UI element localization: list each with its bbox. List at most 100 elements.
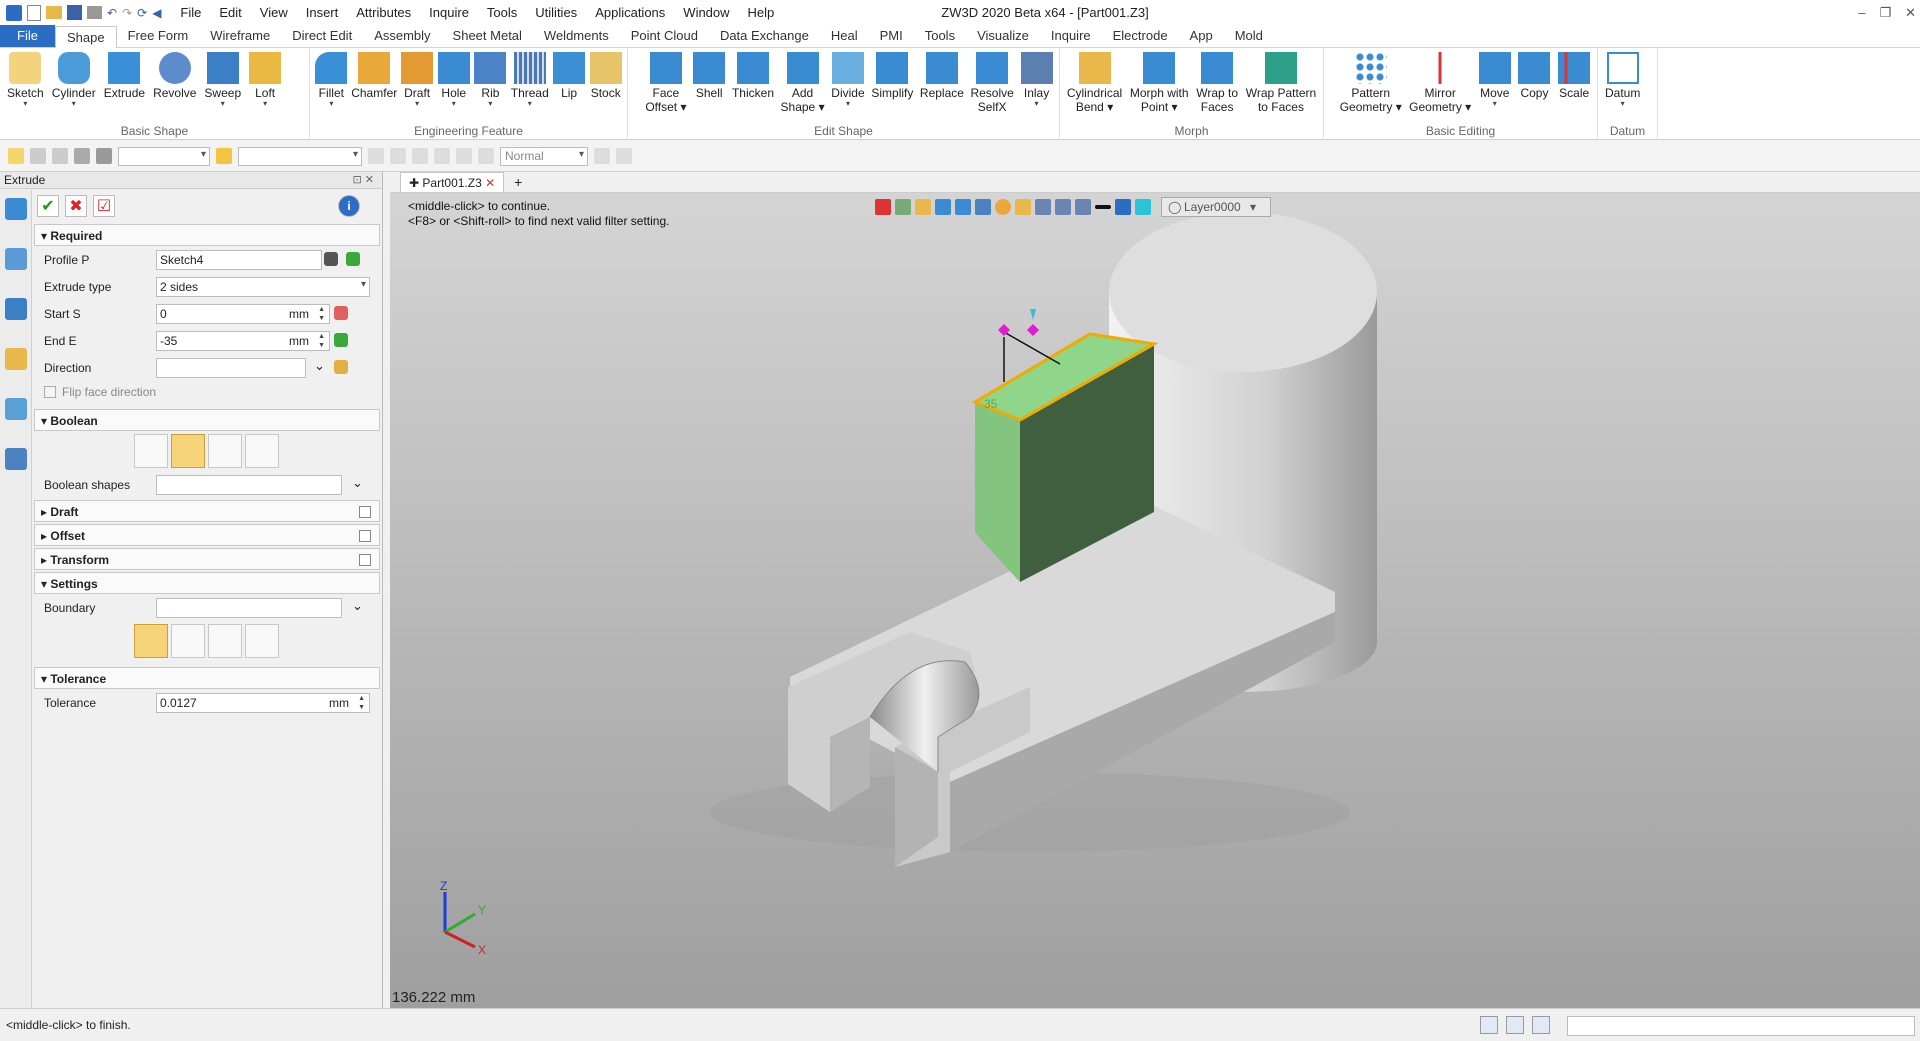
refresh-icon[interactable]: ⟳ (137, 6, 147, 20)
pin-icon[interactable]: ⊡ ✕ (353, 172, 375, 189)
menu-tools[interactable]: Tools (478, 0, 526, 25)
open-folder-icon[interactable] (46, 6, 62, 19)
boundary-option-icon[interactable] (208, 624, 242, 658)
redo-icon[interactable]: ↷ (122, 6, 132, 20)
lighting-icon[interactable] (995, 199, 1011, 215)
chamfer-button[interactable]: Chamfer (350, 50, 399, 100)
feature-manager-icon[interactable] (5, 198, 27, 220)
expand-icon[interactable]: ⌄ (352, 598, 363, 614)
pick-icon[interactable] (346, 252, 360, 266)
view-toggle-icon[interactable] (1480, 1016, 1498, 1034)
variable-icon[interactable] (334, 333, 348, 347)
history-icon[interactable] (5, 248, 27, 270)
display-mode-icon[interactable] (975, 199, 991, 215)
section-transform[interactable]: ▸ Transform (34, 548, 380, 570)
direction-pick-icon[interactable] (334, 360, 348, 374)
disabled-tool-icon[interactable] (478, 148, 494, 164)
line-weight-icon[interactable] (1095, 205, 1111, 209)
snap-combo[interactable] (238, 146, 362, 166)
snap-icon[interactable] (216, 148, 232, 164)
tab-inquire[interactable]: Inquire (1040, 25, 1102, 47)
menu-utilities[interactable]: Utilities (526, 0, 586, 25)
face-offset-button[interactable]: Face Offset ▾ (642, 50, 690, 114)
spin-icon[interactable]: ▲ ▼ (318, 305, 325, 323)
stock-button[interactable]: Stock (587, 50, 624, 100)
hole-button[interactable]: Hole ▾ (435, 50, 472, 108)
copy-button[interactable]: Copy (1515, 50, 1555, 100)
menu-help[interactable]: Help (739, 0, 784, 25)
graphics-viewport[interactable]: 35 Z Y X (390, 172, 1920, 1008)
revolve-button[interactable]: Revolve (149, 50, 200, 100)
minimize-icon[interactable]: – (1858, 5, 1865, 20)
render-icon[interactable] (1075, 199, 1091, 215)
tolerance-field[interactable]: 0.0127 mm ▲ ▼ (156, 692, 370, 713)
layer-selector[interactable]: ◯ Layer0000 ▾ (1161, 197, 1271, 217)
boolean-shapes-field[interactable] (156, 474, 342, 495)
new-file-icon[interactable] (27, 4, 41, 21)
ok-button[interactable]: ✔ (37, 195, 59, 217)
menu-applications[interactable]: Applications (586, 0, 674, 25)
shape-icon[interactable] (935, 199, 951, 215)
expand-icon[interactable]: ⌄ (314, 358, 325, 374)
thicken-button[interactable]: Thicken (729, 50, 778, 100)
user-icon[interactable] (5, 448, 27, 470)
scale-button[interactable]: Scale (1554, 50, 1594, 100)
fillet-button[interactable]: Fillet ▾ (313, 50, 350, 108)
wrap-pattern-to-faces-button[interactable]: Wrap Pattern to Faces (1242, 50, 1320, 114)
boolean-remove-icon[interactable] (208, 434, 242, 468)
apply-button[interactable]: ☑ (93, 195, 115, 217)
transform-checkbox[interactable] (359, 554, 371, 566)
inlay-button[interactable]: Inlay ▾ (1017, 50, 1056, 108)
tab-app[interactable]: App (1179, 25, 1224, 47)
tab-electrode[interactable]: Electrode (1102, 25, 1179, 47)
replace-button[interactable]: Replace (917, 50, 968, 100)
offset-checkbox[interactable] (359, 530, 371, 542)
menu-view[interactable]: View (251, 0, 297, 25)
tab-heal[interactable]: Heal (820, 25, 869, 47)
tab-pmi[interactable]: PMI (869, 25, 914, 47)
add-icon[interactable] (30, 148, 46, 164)
flip-checkbox[interactable] (44, 386, 56, 398)
filter-combo[interactable] (118, 146, 210, 166)
pattern-geometry-button[interactable]: Pattern Geometry ▾ (1336, 50, 1405, 114)
menu-inquire[interactable]: Inquire (420, 0, 478, 25)
lip-button[interactable]: Lip (551, 50, 588, 100)
boolean-base-icon[interactable] (134, 434, 168, 468)
rib-button[interactable]: Rib ▾ (472, 50, 509, 108)
command-list-icon[interactable] (1532, 1016, 1550, 1034)
part-icon[interactable] (5, 348, 27, 370)
simplify-button[interactable]: Simplify (868, 50, 917, 100)
section-draft[interactable]: ▸ Draft (34, 500, 380, 522)
boundary-option-icon[interactable] (245, 624, 279, 658)
exit-icon[interactable] (875, 199, 891, 215)
sketch-button[interactable]: Sketch ▾ (3, 50, 48, 108)
start-field[interactable]: 0 mm ▲ ▼ (156, 303, 330, 324)
tab-wireframe[interactable]: Wireframe (199, 25, 281, 47)
tab-tools[interactable]: Tools (914, 25, 966, 47)
direction-arrow-icon[interactable] (1030, 309, 1036, 320)
tab-visualize[interactable]: Visualize (966, 25, 1040, 47)
wrap-to-faces-button[interactable]: Wrap to Faces (1192, 50, 1242, 114)
morph-with-point-button[interactable]: Morph with Point ▾ (1126, 50, 1192, 114)
boundary-option-icon[interactable] (171, 624, 205, 658)
section-offset[interactable]: ▸ Offset (34, 524, 380, 546)
end-field[interactable]: -35 mm ▲ ▼ (156, 330, 330, 351)
disabled-tool-icon[interactable] (456, 148, 472, 164)
boundary-option-icon[interactable] (134, 624, 168, 658)
disabled-tool-icon[interactable] (412, 148, 428, 164)
screen-icon[interactable] (1506, 1016, 1524, 1034)
select-icon[interactable] (324, 252, 338, 266)
draft-checkbox[interactable] (359, 506, 371, 518)
tab-assembly[interactable]: Assembly (363, 25, 441, 47)
assembly-tree-icon[interactable] (5, 298, 27, 320)
section-boolean[interactable]: ▾ Boolean (34, 409, 380, 431)
command-input[interactable] (1567, 1016, 1915, 1036)
section-icon[interactable] (1055, 199, 1071, 215)
menu-window[interactable]: Window (674, 0, 738, 25)
tab-sheet-metal[interactable]: Sheet Metal (442, 25, 533, 47)
spin-icon[interactable]: ▲ ▼ (358, 694, 365, 712)
mirror-geometry-button[interactable]: Mirror Geometry ▾ (1405, 50, 1474, 114)
profile-field[interactable]: Sketch4 (156, 249, 322, 270)
tab-direct-edit[interactable]: Direct Edit (281, 25, 363, 47)
tab-weldments[interactable]: Weldments (533, 25, 620, 47)
